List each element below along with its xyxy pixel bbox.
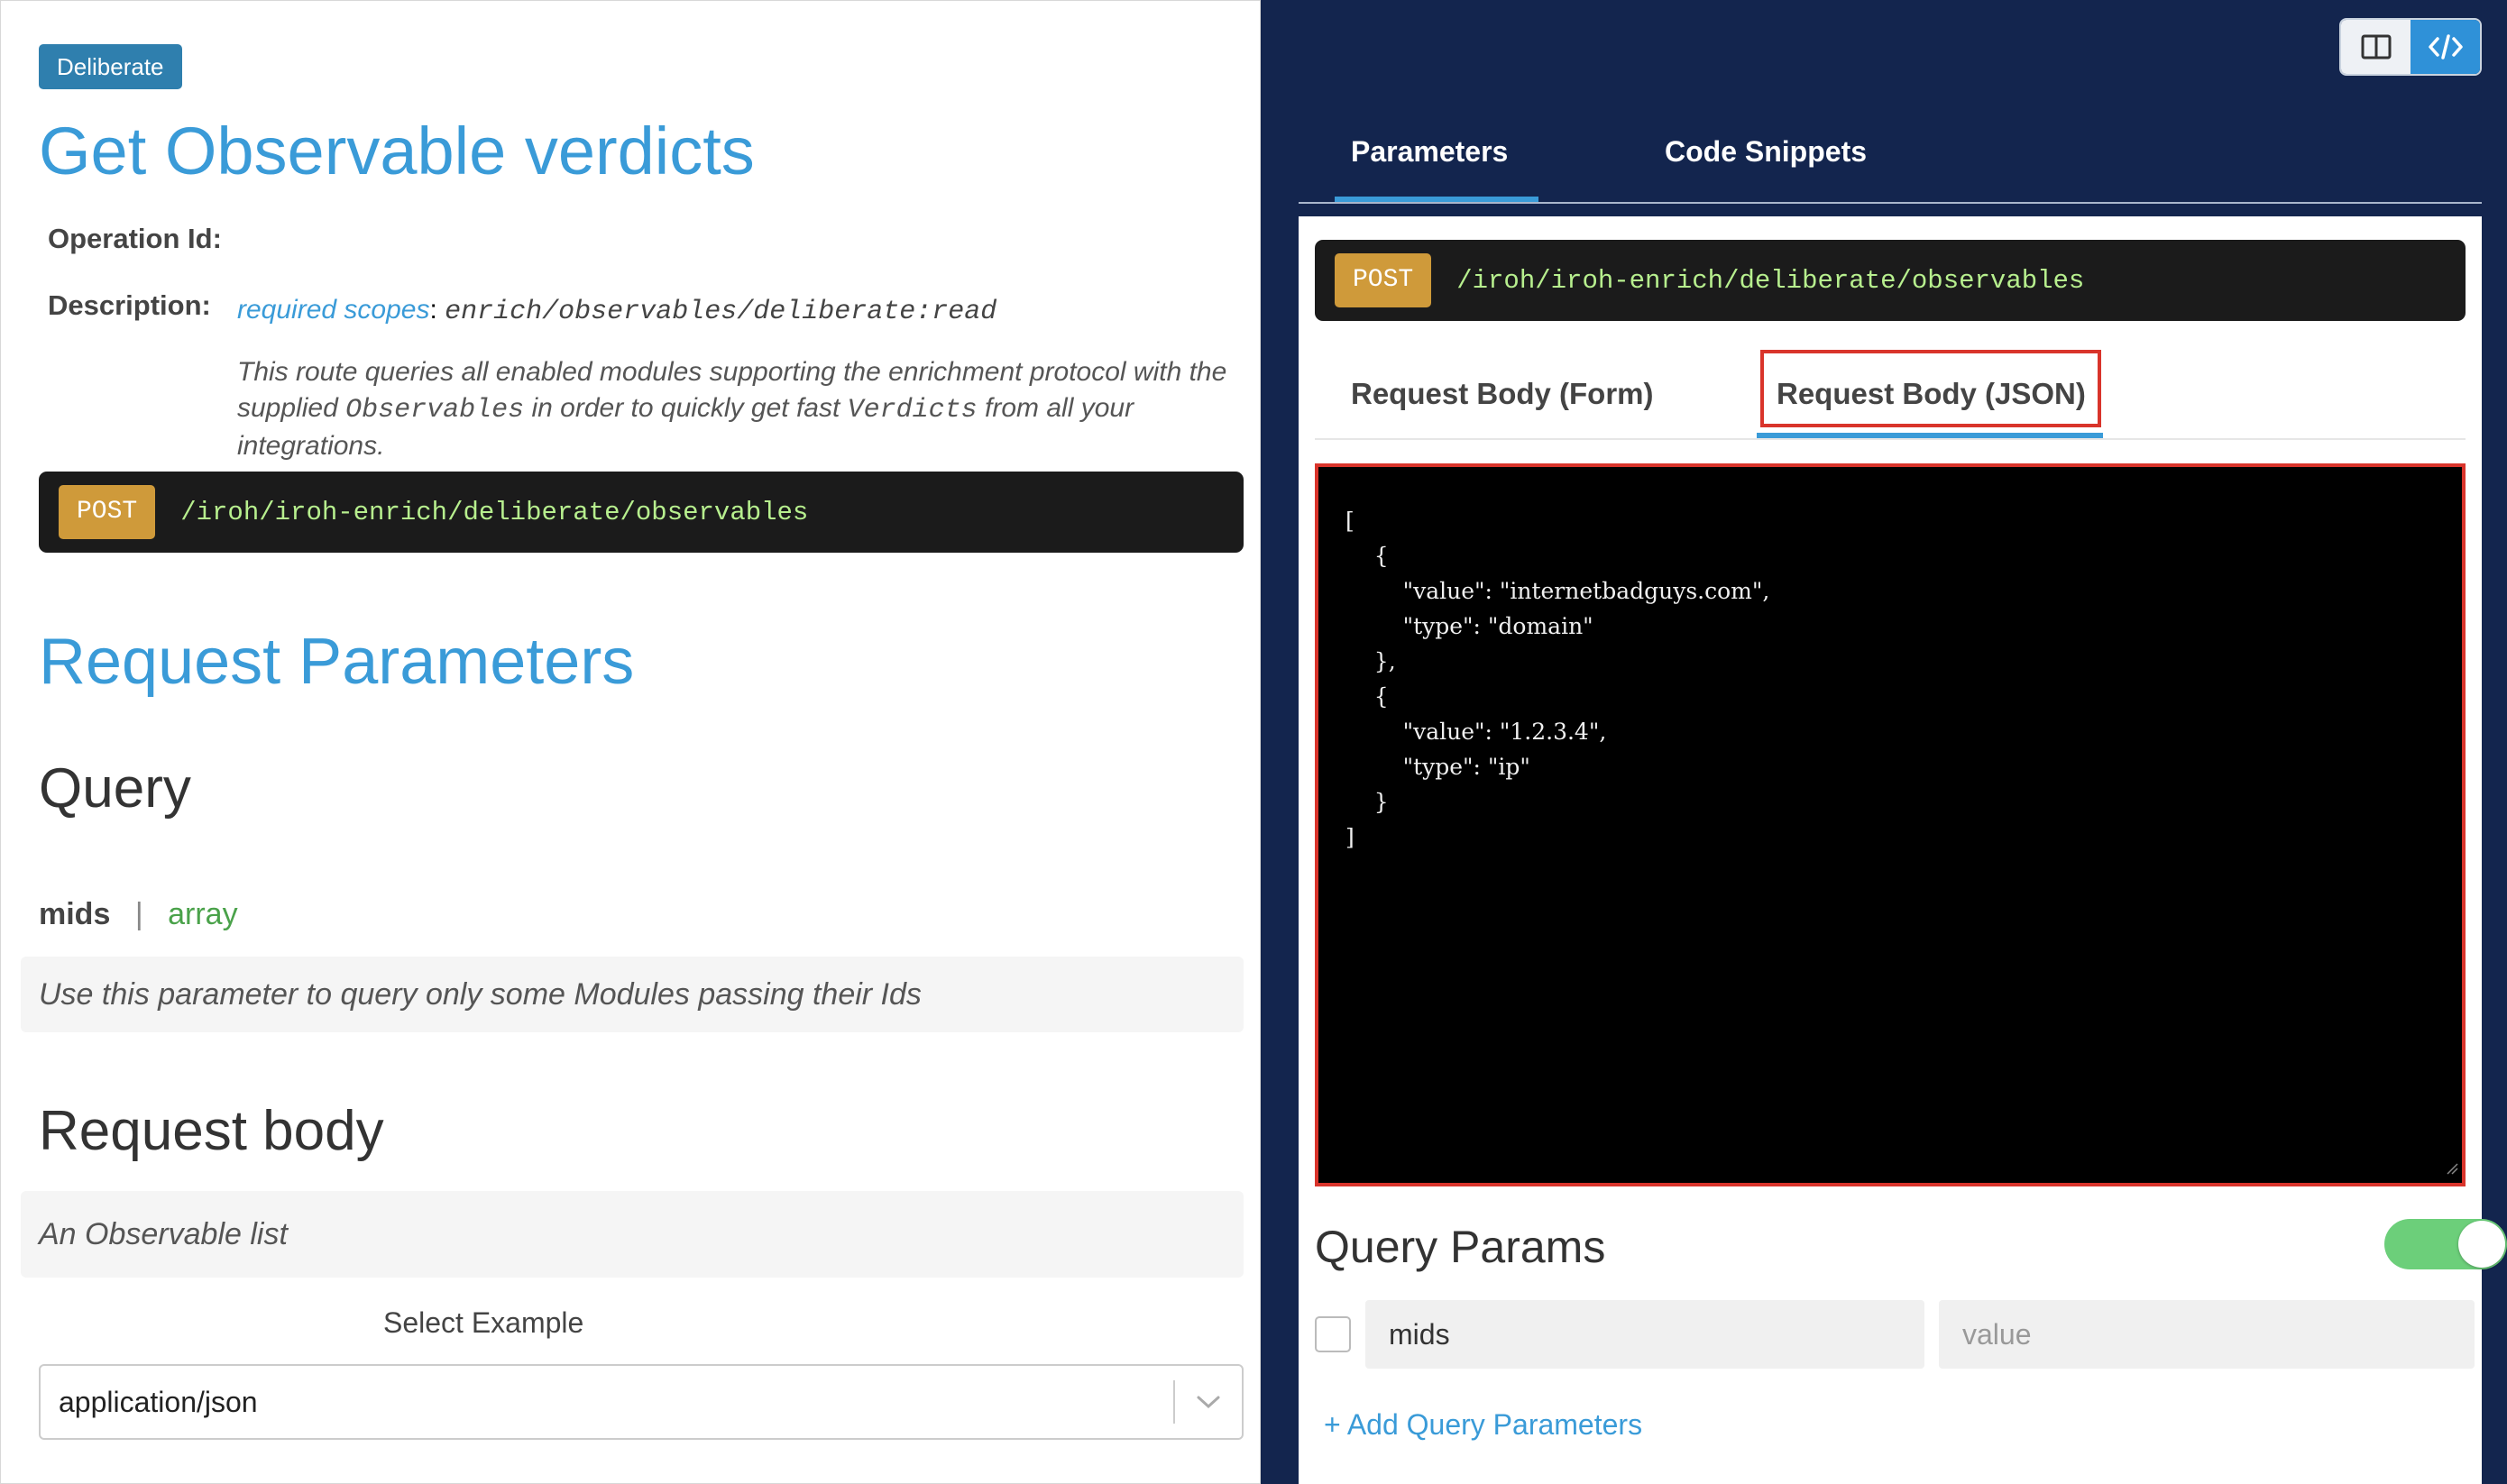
resize-grip-icon[interactable] [2446, 1162, 2458, 1179]
view-toggle [2339, 18, 2482, 76]
request-parameters-title: Request Parameters [39, 626, 635, 698]
description-label: Description: [48, 289, 211, 321]
required-scopes-link[interactable]: required scopes [237, 295, 429, 325]
tag-badge[interactable]: Deliberate [39, 44, 182, 89]
param-type: array [168, 897, 238, 931]
select-example-label: Select Example [383, 1306, 584, 1339]
request-card: POST /iroh/iroh-enrich/deliberate/observ… [1299, 216, 2507, 1484]
description-code: Observables [345, 395, 525, 426]
tab-request-body-json[interactable]: Request Body (JSON) [1777, 377, 2086, 411]
description-part: in order to quickly get fast [524, 393, 848, 423]
query-param-row: mids [1315, 1300, 2475, 1369]
json-body-text[interactable]: [ { "value": "internetbadguys.com", "typ… [1345, 503, 2462, 855]
main-tabs: Parameters Code Snippets [1299, 117, 2482, 204]
param-description: Use this parameter to query only some Mo… [21, 957, 1244, 1032]
query-params-title: Query Params [1315, 1222, 1606, 1272]
endpoint-bar: POST /iroh/iroh-enrich/deliberate/observ… [1315, 240, 2466, 321]
query-param-value-input[interactable] [1939, 1300, 2475, 1369]
toggle-knob [2458, 1221, 2505, 1268]
active-tab-indicator [1335, 197, 1538, 202]
operation-id-label: Operation Id: [48, 223, 222, 254]
scopes-colon: : [429, 295, 437, 325]
add-query-parameters-link[interactable]: + Add Query Parameters [1324, 1408, 1642, 1442]
content-type-select[interactable]: application/json [39, 1364, 1244, 1440]
body-tabs: Request Body (Form) Request Body (JSON) [1315, 350, 2466, 440]
chevron-down-icon[interactable] [1175, 1395, 1242, 1409]
code-view-icon[interactable] [2411, 20, 2480, 74]
scopes-value: enrich/observables/deliberate:read [445, 297, 997, 327]
query-param-checkbox[interactable] [1315, 1316, 1351, 1352]
param-name: mids [39, 897, 111, 931]
request-body-title: Request body [39, 1100, 384, 1162]
method-badge: POST [59, 485, 156, 539]
param-separator: | [134, 897, 143, 931]
endpoint-path: /iroh/iroh-enrich/deliberate/observables [180, 497, 809, 527]
split-view-icon[interactable] [2341, 20, 2411, 74]
tab-parameters[interactable]: Parameters [1351, 135, 1508, 169]
content-type-value: application/json [59, 1385, 258, 1418]
query-title: Query [39, 757, 191, 820]
try-it-panel: Parameters Code Snippets POST /iroh/iroh… [1261, 0, 2507, 1484]
tab-code-snippets[interactable]: Code Snippets [1665, 135, 1867, 169]
description-text: This route queries all enabled modules s… [237, 354, 1229, 464]
query-params-toggle[interactable] [2384, 1219, 2507, 1269]
description-code: Verdicts [847, 395, 978, 426]
method-badge: POST [1335, 253, 1432, 307]
json-body-editor[interactable]: [ { "value": "internetbadguys.com", "typ… [1315, 463, 2466, 1186]
tab-request-body-form[interactable]: Request Body (Form) [1351, 377, 1654, 411]
endpoint-bar: POST /iroh/iroh-enrich/deliberate/observ… [39, 472, 1244, 553]
documentation-panel: Deliberate Get Observable verdicts Opera… [0, 0, 1261, 1484]
active-body-tab-indicator [1757, 433, 2103, 438]
endpoint-path: /iroh/iroh-enrich/deliberate/observables [1456, 265, 2085, 296]
param-row: mids | array [39, 897, 238, 932]
operation-title: Get Observable verdicts [39, 114, 755, 188]
request-body-description: An Observable list [21, 1191, 1244, 1278]
query-param-name-field[interactable]: mids [1365, 1300, 1924, 1369]
scopes-line: required scopes: enrich/observables/deli… [237, 295, 996, 327]
